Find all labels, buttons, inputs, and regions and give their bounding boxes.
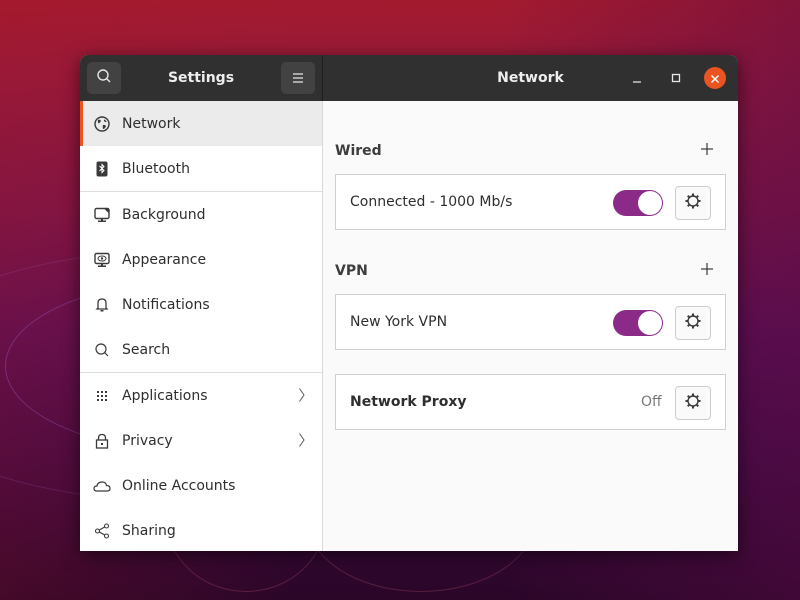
sidebar-item-label: Bluetooth [122, 160, 190, 177]
close-icon [710, 69, 720, 88]
share-icon [93, 522, 111, 540]
proxy-status: Off [641, 394, 662, 410]
minimize-icon [631, 69, 643, 88]
sidebar-item-sharing[interactable]: Sharing [80, 508, 322, 551]
network-proxy-label: Network Proxy [350, 394, 467, 410]
apps-grid-icon [93, 387, 111, 405]
sidebar-item-label: Online Accounts [122, 477, 236, 494]
sidebar-item-label: Notifications [122, 296, 210, 313]
sidebar-item-applications[interactable]: Applications [80, 373, 322, 418]
plus-icon [700, 261, 714, 280]
lock-icon [93, 432, 111, 450]
vpn-section-title: VPN [335, 263, 368, 279]
chevron-right-icon [298, 432, 306, 452]
sidebar-item-online-accounts[interactable]: Online Accounts [80, 463, 322, 508]
bell-icon [93, 296, 111, 314]
wired-section-title: Wired [335, 143, 382, 159]
sidebar-item-bluetooth[interactable]: Bluetooth [80, 146, 322, 191]
sidebar-item-appearance[interactable]: Appearance [80, 237, 322, 282]
maximize-button[interactable] [664, 66, 688, 90]
gear-icon [684, 312, 702, 334]
add-wired-connection-button[interactable] [695, 138, 719, 162]
wired-connection-row: Connected - 1000 Mb/s [335, 174, 726, 230]
add-vpn-button[interactable] [695, 258, 719, 282]
gear-icon [684, 392, 702, 414]
appearance-icon [93, 251, 111, 269]
header-bar: Settings Network [80, 55, 738, 101]
sidebar-item-privacy[interactable]: Privacy [80, 418, 322, 463]
sidebar-item-label: Background [122, 206, 206, 223]
vpn-toggle[interactable] [613, 310, 663, 336]
vpn-settings-button[interactable] [675, 306, 711, 340]
close-button[interactable] [704, 67, 726, 89]
wired-toggle[interactable] [613, 190, 663, 216]
hamburger-menu-icon [291, 69, 305, 88]
cloud-icon [93, 477, 111, 495]
wired-connection-label: Connected - 1000 Mb/s [350, 194, 513, 210]
panel-header: Network [323, 55, 738, 101]
toggle-knob [638, 191, 662, 215]
bluetooth-icon [93, 160, 111, 178]
main-menu-button[interactable] [281, 62, 315, 94]
vpn-connection-row: New York VPN [335, 294, 726, 350]
minimize-button[interactable] [625, 66, 649, 90]
sidebar-item-background[interactable]: Background [80, 192, 322, 237]
globe-icon [93, 115, 111, 133]
maximize-icon [670, 69, 682, 88]
network-proxy-row[interactable]: Network Proxy Off [335, 374, 726, 430]
sidebar-item-label: Privacy [122, 432, 173, 449]
toggle-knob [638, 311, 662, 335]
chevron-right-icon [298, 387, 306, 407]
sidebar-item-label: Search [122, 341, 171, 358]
background-icon [93, 206, 111, 224]
sidebar-item-notifications[interactable]: Notifications [80, 282, 322, 327]
sidebar-item-label: Network [122, 115, 181, 132]
sidebar-header: Settings [80, 55, 323, 101]
proxy-settings-button[interactable] [675, 386, 711, 420]
sidebar-item-search[interactable]: Search [80, 327, 322, 372]
search-icon [93, 341, 111, 359]
plus-icon [700, 141, 714, 160]
sidebar-item-label: Sharing [122, 522, 176, 539]
vpn-connection-label: New York VPN [350, 314, 448, 330]
sidebar-item-label: Applications [122, 387, 208, 404]
wired-settings-button[interactable] [675, 186, 711, 220]
sidebar-item-label: Appearance [122, 251, 207, 268]
settings-window: Settings Network Network Bluetooth Backg… [80, 55, 738, 551]
sidebar-item-network[interactable]: Network [80, 101, 322, 146]
sidebar: Network Bluetooth Background Appearance [80, 101, 323, 551]
network-panel: Wired Connected - 1000 Mb/s VPN New York… [323, 101, 738, 551]
gear-icon [684, 192, 702, 214]
